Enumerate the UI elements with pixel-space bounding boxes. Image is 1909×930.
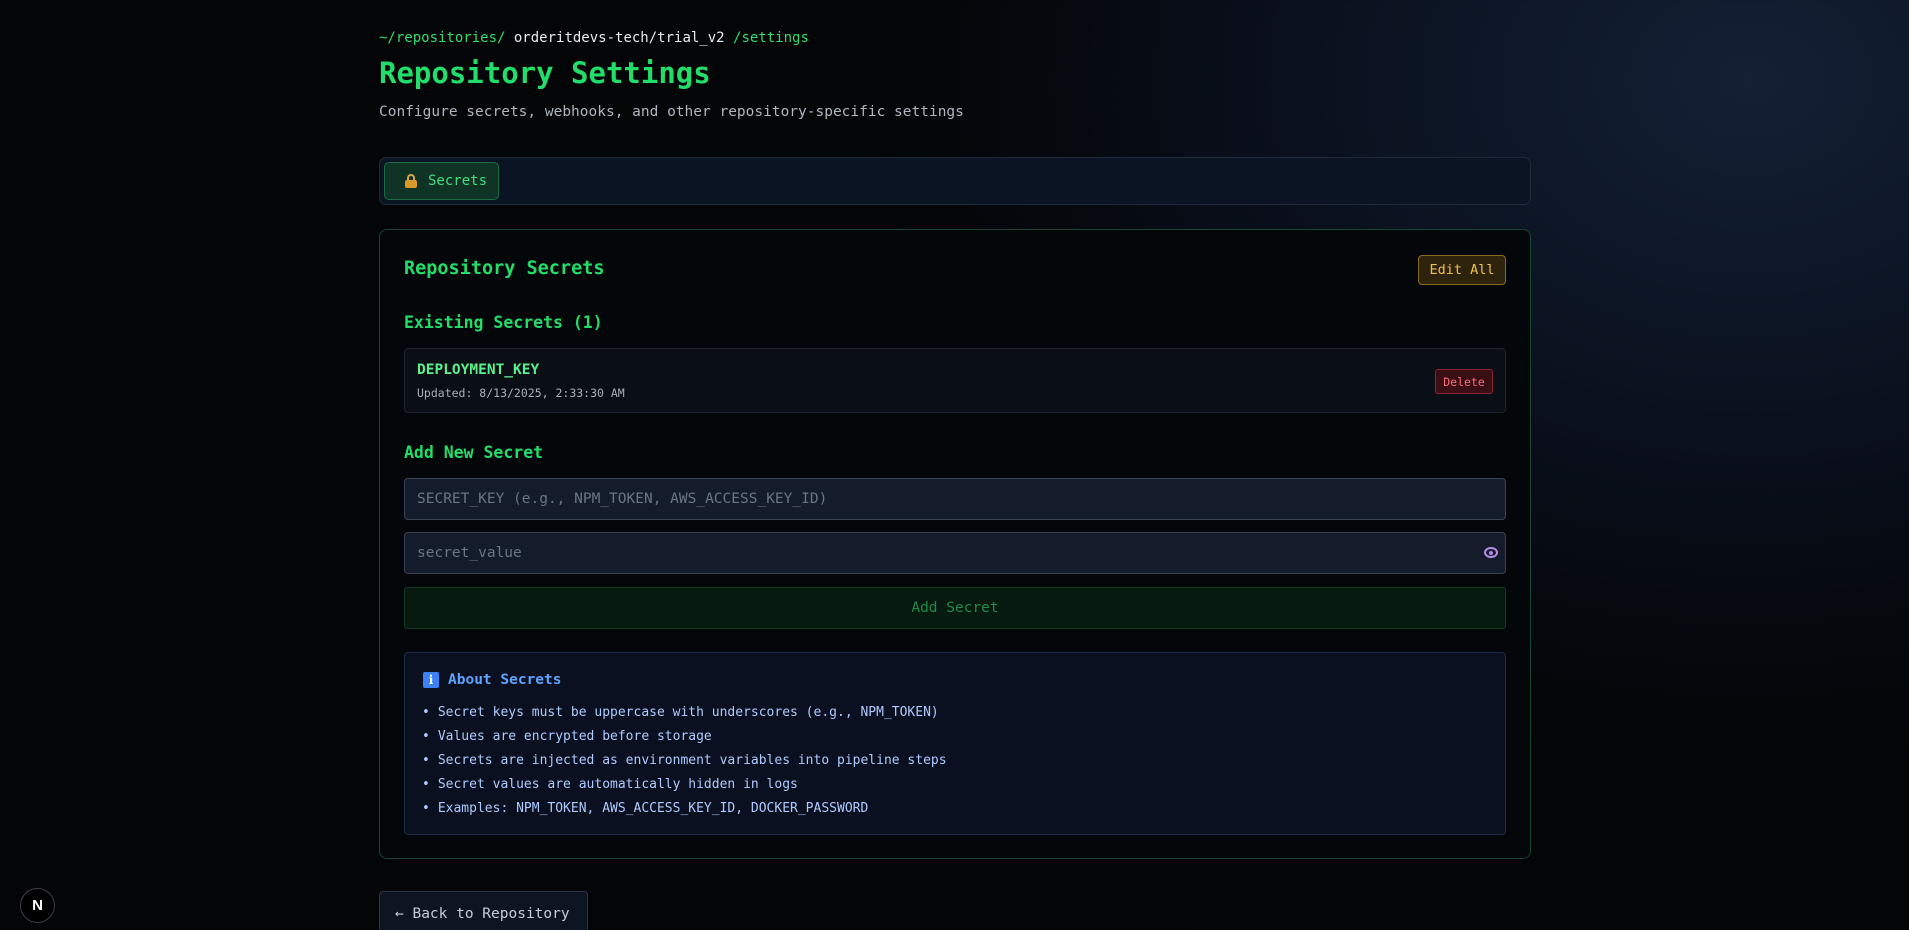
breadcrumb-prefix[interactable]: ~/repositories/ (379, 30, 505, 46)
tab-secrets[interactable]: Secrets (384, 162, 499, 200)
add-secret-title: Add New Secret (404, 443, 544, 462)
lock-icon (404, 174, 418, 188)
secrets-panel-title: Repository Secrets (404, 258, 605, 279)
secret-key-input[interactable] (404, 478, 1506, 520)
about-secrets-header: i About Secrets (423, 672, 562, 688)
settings-tabbar: Secrets (379, 157, 1531, 205)
delete-secret-button[interactable]: Delete (1435, 369, 1493, 394)
add-secret-button[interactable]: Add Secret (404, 587, 1506, 629)
info-icon: i (423, 672, 439, 688)
eye-icon[interactable] (1484, 547, 1498, 558)
secret-row: DEPLOYMENT_KEY Updated: 8/13/2025, 2:33:… (404, 348, 1506, 413)
breadcrumb: ~/repositories/ orderitdevs-tech/trial_v… (379, 30, 809, 46)
list-item: Values are encrypted before storage (422, 725, 947, 749)
about-secrets-title: About Secrets (448, 672, 562, 688)
secret-updated-timestamp: Updated: 8/13/2025, 2:33:30 AM (417, 386, 625, 400)
list-item: Secrets are injected as environment vari… (422, 749, 947, 773)
nextjs-badge-icon[interactable]: N (20, 888, 55, 923)
secret-value-input[interactable] (404, 532, 1506, 574)
secret-key: DEPLOYMENT_KEY (417, 362, 540, 378)
breadcrumb-repo[interactable]: orderitdevs-tech/trial_v2 (514, 30, 725, 46)
secrets-panel: Repository Secrets Edit All Existing Sec… (379, 229, 1531, 859)
back-to-repository-button[interactable]: ← Back to Repository (379, 891, 588, 930)
edit-all-button[interactable]: Edit All (1418, 255, 1506, 285)
page-subtitle: Configure secrets, webhooks, and other r… (379, 104, 964, 120)
tab-secrets-label: Secrets (428, 173, 488, 189)
about-secrets-box: i About Secrets Secret keys must be uppe… (404, 652, 1506, 835)
list-item: Secret keys must be uppercase with under… (422, 701, 947, 725)
page-title: Repository Settings (379, 56, 711, 90)
about-secrets-list: Secret keys must be uppercase with under… (422, 701, 947, 821)
existing-secrets-title: Existing Secrets (1) (404, 313, 603, 332)
list-item: Secret values are automatically hidden i… (422, 773, 947, 797)
list-item: Examples: NPM_TOKEN, AWS_ACCESS_KEY_ID, … (422, 797, 947, 821)
breadcrumb-suffix: /settings (733, 30, 809, 46)
